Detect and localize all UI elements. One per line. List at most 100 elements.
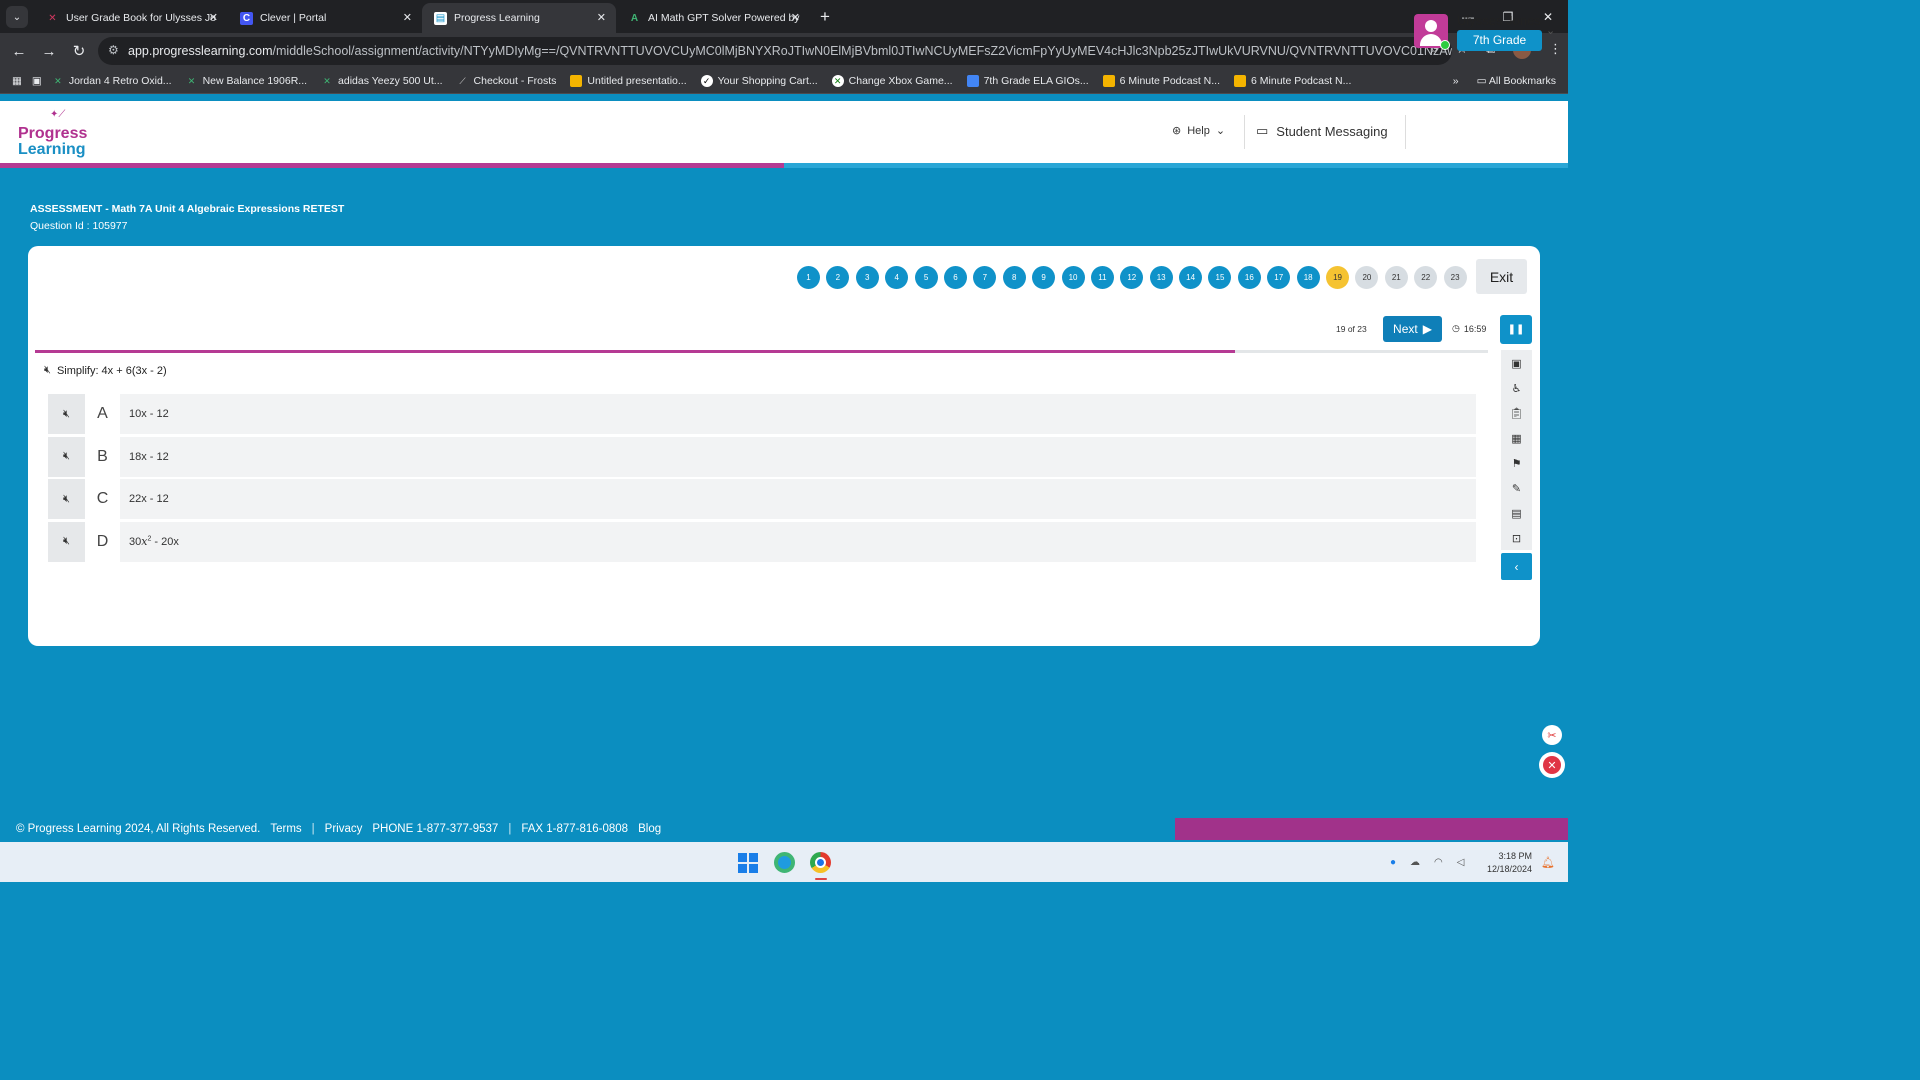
question-nav-7[interactable]: 7 [973,266,997,289]
bookmark-item[interactable]: Untitled presentatio... [570,75,687,87]
close-tab-icon[interactable]: ✕ [791,11,800,24]
new-tab-icon[interactable]: + [820,7,830,27]
reading-list-icon[interactable]: ▣ [32,75,42,87]
volume-icon[interactable]: ◁ [1457,857,1465,868]
bookmark-item[interactable]: ⟋ Checkout - Frosts [457,75,556,87]
question-nav-13[interactable]: 13 [1149,266,1173,289]
audio-muted-icon[interactable]: 🔇︎ [48,479,85,519]
accessibility-icon[interactable]: ♿︎ [1509,380,1525,396]
edge-icon[interactable] [774,852,795,873]
audio-muted-icon[interactable]: 🔇︎ [44,364,51,377]
clipboard-icon[interactable]: 📋︎ [1509,405,1525,421]
question-nav-10[interactable]: 10 [1061,266,1085,289]
question-nav-19[interactable]: 19 [1326,266,1350,289]
tools-sidebar: ▣ ♿︎ 📋︎ ▦ ⚑ ✎ ▤ ⊡ [1501,350,1532,550]
chevron-down-icon[interactable]: ⌄ [1546,24,1555,37]
tab-search-button[interactable]: ⌄ [6,6,28,28]
bookmark-item[interactable]: 6 Minute Podcast N... [1234,75,1351,87]
question-nav-20[interactable]: 20 [1355,266,1379,289]
progress-learning-logo[interactable]: ✦⟋ Progress Learning [18,109,90,158]
divider [1244,115,1245,149]
site-info-icon[interactable]: ⚙ [108,43,119,57]
flag-icon[interactable]: ⚑ [1509,455,1525,471]
eraser-icon[interactable]: ✎ [1509,480,1525,496]
close-overlay-button[interactable]: ✕ [1539,752,1565,778]
question-nav-16[interactable]: 16 [1237,266,1261,289]
option-letter: A [85,394,120,434]
cloud-icon[interactable]: ☁ [1410,857,1420,868]
question-nav-23[interactable]: 23 [1443,266,1467,289]
wifi-icon[interactable]: ◠ [1434,857,1443,868]
docs-icon [966,75,979,87]
answer-option-c[interactable]: 🔇︎ C 22x - 12 [48,479,1476,519]
audio-muted-icon[interactable]: 🔇︎ [48,521,85,562]
audio-muted-icon[interactable]: 🔇︎ [48,394,85,434]
browser-tab[interactable]: C Clever | Portal ✕ [228,3,422,33]
question-nav-22[interactable]: 22 [1414,266,1438,289]
back-icon[interactable]: ← [4,43,34,60]
question-nav-8[interactable]: 8 [1002,266,1026,289]
audio-muted-icon[interactable]: 🔇︎ [48,436,85,477]
grade-badge: 7th Grade [1457,30,1542,51]
question-nav-14[interactable]: 14 [1179,266,1203,289]
avatar[interactable] [1414,14,1450,50]
bookmark-item[interactable]: 7th Grade ELA GIOs... [966,75,1089,87]
question-nav-17[interactable]: 17 [1267,266,1291,289]
notification-dot-icon[interactable]: ● [1390,857,1396,868]
reference-icon[interactable]: ⊡ [1509,530,1525,546]
bookmark-item[interactable]: ✕ New Balance 1906R... [186,75,307,87]
bookmark-item[interactable]: ✕ adidas Yeezy 500 Ut... [321,75,442,87]
privacy-link[interactable]: Privacy [325,823,363,835]
question-text: Simplify: 4x + 6(3x - 2) [56,364,167,377]
scissors-icon[interactable]: ✂ [1542,725,1562,745]
bookmark-item[interactable]: ✕ Change Xbox Game... [831,75,953,87]
close-tab-icon[interactable]: ✕ [403,11,412,24]
bookmark-item[interactable]: ✕ Jordan 4 Retro Oxid... [52,75,172,87]
chevron-right-icon[interactable]: » [1453,75,1459,87]
bookmark-item[interactable]: 6 Minute Podcast N... [1102,75,1220,87]
windows-start-icon[interactable] [738,853,758,873]
question-nav-3[interactable]: 3 [855,266,879,289]
question-nav-12[interactable]: 12 [1120,266,1144,289]
collapse-sidebar-button[interactable]: ‹ [1501,553,1532,580]
question-nav-15[interactable]: 15 [1208,266,1232,289]
next-button[interactable]: Next ▶ [1383,316,1442,342]
all-bookmarks[interactable]: ▭ All Bookmarks [1477,75,1556,87]
question-nav-1[interactable]: 1 [797,266,820,289]
address-bar[interactable]: ⚙ app.progresslearning.com/middleSchool/… [98,37,1452,65]
question-nav-4[interactable]: 4 [885,266,909,289]
question-nav-11[interactable]: 11 [1090,266,1114,289]
answer-option-b[interactable]: 🔇︎ B 18x - 12 [48,436,1476,477]
blog-link[interactable]: Blog [638,823,661,835]
question-nav-6[interactable]: 6 [943,266,967,289]
student-messaging-link[interactable]: ▭ Student Messaging [1256,123,1388,139]
save-icon[interactable]: ▣ [1509,355,1525,371]
exit-button[interactable]: Exit [1476,259,1527,294]
clock[interactable]: 3:18 PM 12/18/2024 [1480,850,1532,876]
reload-icon[interactable]: ↻ [64,42,94,60]
calculator-icon[interactable]: ▦ [1509,430,1525,446]
bookmark-item[interactable]: ✓ Your Shopping Cart... [700,75,818,87]
notes-icon[interactable]: ▤ [1509,505,1525,521]
pause-button[interactable]: ❚❚ [1500,315,1532,344]
question-nav-9[interactable]: 9 [1032,266,1056,289]
question-nav-5[interactable]: 5 [914,266,938,289]
close-tab-icon[interactable]: ✕ [597,11,606,24]
close-tab-icon[interactable]: ✕ [209,11,218,24]
browser-tab-active[interactable]: ▤ Progress Learning ✕ [422,3,616,33]
question-nav-18[interactable]: 18 [1296,266,1320,289]
forward-icon[interactable]: → [34,43,64,60]
answer-option-a[interactable]: 🔇︎ A 10x - 12 [48,394,1476,434]
bell-icon[interactable]: 🔔︎ [1541,856,1555,869]
question-nav-2[interactable]: 2 [826,266,850,289]
question-nav-21[interactable]: 21 [1384,266,1408,289]
more-menu-icon[interactable]: ⋮ [1549,41,1562,59]
answer-option-d[interactable]: 🔇︎ D 30x2 - 20x [48,521,1476,562]
apps-grid-icon[interactable]: ▦ [12,75,22,87]
help-menu[interactable]: ⊛ Help ⌄ [1172,124,1225,138]
close-icon: ✕ [1543,756,1561,774]
browser-tab[interactable]: ✕ User Grade Book for Ulysses Jo ✕ [34,3,228,33]
terms-link[interactable]: Terms [270,823,301,835]
chrome-icon[interactable] [810,852,831,873]
browser-tab[interactable]: A AI Math GPT Solver Powered by ✕ [616,3,810,33]
